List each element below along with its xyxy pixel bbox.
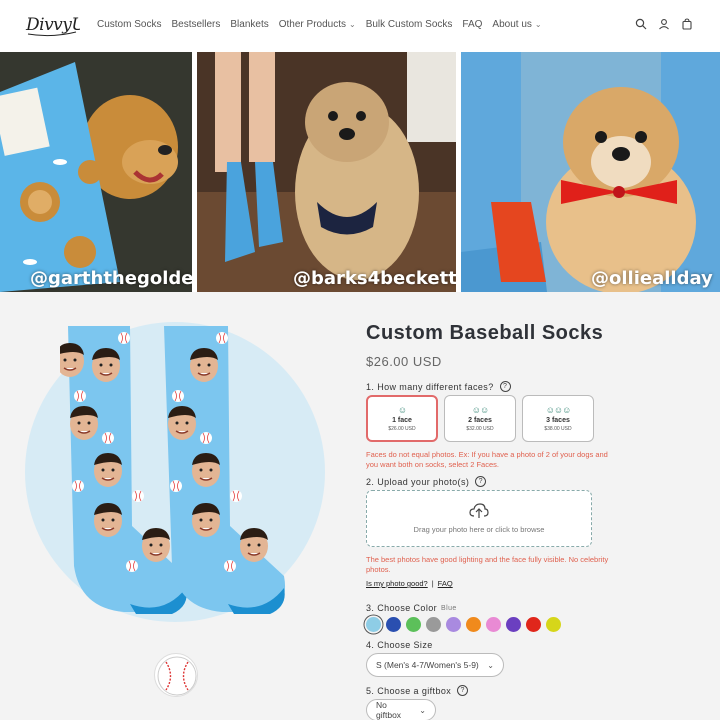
upload-cloud-icon <box>469 503 489 518</box>
account-icon[interactable] <box>658 18 670 30</box>
help-icon[interactable]: ? <box>475 476 487 487</box>
customer-photo[interactable]: @barks4beckett <box>197 52 456 292</box>
color-swatch-pink[interactable] <box>486 617 501 632</box>
golden-retriever-photo <box>0 52 192 292</box>
product-price: $26.00 USD <box>366 354 442 369</box>
color-swatch-gray[interactable] <box>426 617 441 632</box>
faces-note: Faces do not equal photos. Ex: If you ha… <box>366 450 608 469</box>
face-icon: ☺☺☺ <box>545 405 572 415</box>
photo-caption: @barks4beckett <box>293 268 456 289</box>
upload-note: The best photos have good lighting and t… <box>366 555 609 574</box>
color-swatch-green[interactable] <box>406 617 421 632</box>
search-icon[interactable] <box>635 18 647 30</box>
color-swatch-red[interactable] <box>526 617 541 632</box>
giftbox-label: 5. Choose a giftbox ? <box>366 685 469 696</box>
svg-text:DivvyUp: DivvyUp <box>25 15 80 35</box>
shih-tzu-photo <box>197 52 456 292</box>
thumbnail-baseball[interactable] <box>154 653 198 697</box>
brand-logo[interactable]: DivvyUp <box>24 10 80 40</box>
cart-icon[interactable] <box>681 18 693 30</box>
face-icon: ☺ <box>397 405 407 415</box>
color-swatch-purple[interactable] <box>506 617 521 632</box>
color-swatch-yellow[interactable] <box>546 617 561 632</box>
customer-photo[interactable]: @garththegolden <box>0 52 192 292</box>
photo-caption: @ollieallday <box>591 268 713 289</box>
selected-color-name: Blue <box>441 604 457 612</box>
help-links: Is my photo good? | FAQ <box>366 579 453 588</box>
nav-item-other-products[interactable]: Other Products ⌄ <box>279 19 356 30</box>
customer-photo[interactable]: @ollieallday <box>461 52 720 292</box>
main-nav: Custom Socks Bestsellers Blankets Other … <box>97 19 552 30</box>
chevron-down-icon: ⌄ <box>419 705 426 715</box>
color-label: 3. Choose Color Blue <box>366 603 457 613</box>
face-icon: ☺☺ <box>471 405 489 415</box>
face-option-3[interactable]: ☺☺☺ 3 faces $38.00 USD <box>522 395 594 442</box>
faces-options: ☺ 1 face $26.00 USD ☺☺ 2 faces $32.00 US… <box>366 395 594 442</box>
photo-upload-dropzone[interactable]: Drag your photo here or click to browse <box>366 490 592 547</box>
size-label: 4. Choose Size <box>366 640 433 650</box>
baseball-icon <box>157 656 197 696</box>
chevron-down-icon: ⌄ <box>487 660 494 670</box>
nav-item-blankets[interactable]: Blankets <box>230 19 268 30</box>
color-swatch-lavender[interactable] <box>446 617 461 632</box>
header-icons <box>635 18 693 30</box>
product-image-socks[interactable] <box>60 326 300 616</box>
nav-item-bestsellers[interactable]: Bestsellers <box>171 19 220 30</box>
color-swatch-blue[interactable] <box>366 617 381 632</box>
chevron-down-icon: ⌄ <box>534 20 542 29</box>
help-icon[interactable]: ? <box>499 381 511 392</box>
photo-quality-link[interactable]: Is my photo good? <box>366 579 428 588</box>
color-swatch-navy[interactable] <box>386 617 401 632</box>
faq-link[interactable]: FAQ <box>438 579 453 588</box>
help-icon[interactable]: ? <box>457 685 469 696</box>
nav-item-custom-socks[interactable]: Custom Socks <box>97 19 161 30</box>
face-option-2[interactable]: ☺☺ 2 faces $32.00 USD <box>444 395 516 442</box>
size-select[interactable]: S (Men's 4-7/Women's 5-9) ⌄ <box>366 653 504 677</box>
color-swatches <box>366 617 561 632</box>
nav-item-bulk-custom-socks[interactable]: Bulk Custom Socks <box>366 19 453 30</box>
upload-label: 2. Upload your photo(s) ? <box>366 476 487 487</box>
nav-item-faq[interactable]: FAQ <box>462 19 482 30</box>
site-header: DivvyUp Custom Socks Bestsellers Blanket… <box>0 0 720 52</box>
product-title: Custom Baseball Socks <box>366 322 604 344</box>
color-swatch-orange[interactable] <box>466 617 481 632</box>
photo-caption: @garththegolden <box>30 268 192 289</box>
nav-item-about-us[interactable]: About us ⌄ <box>492 19 541 30</box>
face-option-1[interactable]: ☺ 1 face $26.00 USD <box>366 395 438 442</box>
puppy-with-bowtie-photo <box>461 52 720 292</box>
giftbox-select[interactable]: No giftbox ⌄ <box>366 699 436 720</box>
chevron-down-icon: ⌄ <box>349 20 356 29</box>
customer-photo-strip: @garththegolden @barks4beckett @ollieall… <box>0 52 720 292</box>
faces-label: 1. How many different faces? ? <box>366 381 511 392</box>
